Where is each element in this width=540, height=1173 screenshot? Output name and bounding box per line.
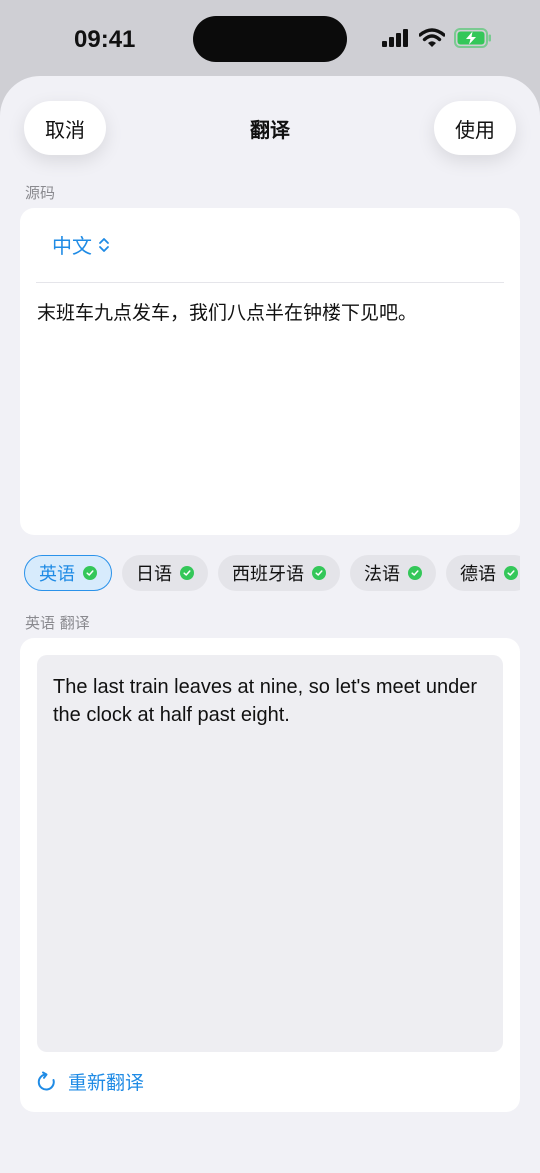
- refresh-icon: [37, 1071, 55, 1090]
- result-section-label: 英语 翻译: [25, 614, 90, 632]
- checkmark-icon: [83, 566, 97, 580]
- source-language-label: 中文: [52, 234, 92, 258]
- translation-text: The last train leaves at nine, so let's …: [53, 676, 478, 726]
- language-chip-label: 日语: [136, 564, 172, 585]
- source-card: 中文 末班车九点发车，我们八点半在钟楼下见吧。: [20, 208, 520, 535]
- target-language-chips: 英语 日语 西班牙语 法语 德语: [24, 555, 520, 593]
- language-chip-label: 德语: [460, 564, 496, 585]
- language-chip-label: 西班牙语: [232, 564, 304, 585]
- source-text-input[interactable]: 末班车九点发车，我们八点半在钟楼下见吧。: [37, 298, 504, 328]
- checkmark-icon: [312, 566, 326, 580]
- status-icons: [382, 28, 492, 48]
- language-chip-label: 英语: [39, 564, 75, 585]
- language-chip-label: 法语: [364, 564, 400, 585]
- retranslate-button[interactable]: 重新翻译: [36, 1068, 144, 1095]
- chip-row: 英语 日语 西班牙语 法语 德语: [24, 555, 520, 591]
- chevron-updown-icon: [99, 237, 109, 252]
- wifi-icon: [419, 28, 445, 47]
- language-chip[interactable]: 法语: [350, 555, 436, 591]
- status-bar: 09:41: [0, 0, 540, 78]
- battery-charging-icon: [454, 28, 491, 48]
- language-chip[interactable]: 日语: [122, 555, 208, 591]
- language-chip[interactable]: 德语: [446, 555, 520, 591]
- checkmark-icon: [504, 566, 518, 580]
- translate-sheet: 取消 翻译 使用 源码 中文 末班车九点发车，我们八点半在钟楼下见吧。 英语 日语…: [0, 76, 540, 1173]
- checkmark-icon: [408, 566, 422, 580]
- dynamic-island: [193, 16, 347, 62]
- signal-icon: [382, 29, 408, 47]
- divider: [36, 282, 504, 283]
- translation-output[interactable]: The last train leaves at nine, so let's …: [37, 655, 503, 1052]
- use-button[interactable]: 使用: [434, 101, 516, 155]
- result-card: The last train leaves at nine, so let's …: [20, 638, 520, 1112]
- language-chip[interactable]: 西班牙语: [218, 555, 340, 591]
- source-language-selector[interactable]: 中文: [52, 230, 110, 259]
- retranslate-label: 重新翻译: [68, 1072, 145, 1094]
- language-chip[interactable]: 英语: [24, 555, 112, 591]
- source-section-label: 源码: [25, 184, 56, 202]
- checkmark-icon: [180, 566, 194, 580]
- status-time: 09:41: [74, 26, 136, 53]
